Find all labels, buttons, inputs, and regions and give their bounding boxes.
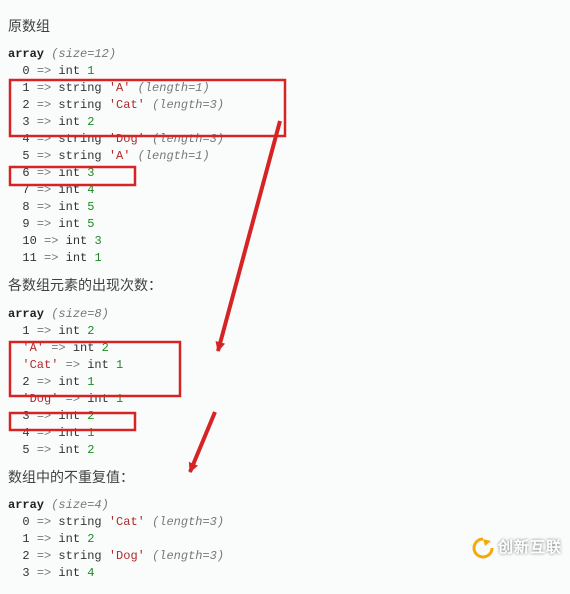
document-content: 原数组 array (size=12) 0 => int 1 1 => stri…	[0, 0, 570, 594]
array2-rows: 1 => int 2 'A' => int 2 'Cat' => int 1 2…	[8, 324, 123, 457]
array2-label: array	[8, 307, 44, 321]
array3-size: (size=4)	[51, 498, 109, 512]
array3-rows: 0 => string 'Cat' (length=3) 1 => int 2 …	[8, 515, 224, 580]
array1-label: array	[8, 47, 44, 61]
heading-original-array: 原数组	[8, 16, 558, 36]
watermark-icon	[472, 537, 494, 559]
array2-dump: array (size=8) 1 => int 2 'A' => int 2 '…	[8, 306, 558, 459]
array2-size: (size=8)	[51, 307, 109, 321]
heading-uniques: 数组中的不重复值：	[8, 467, 558, 487]
watermark-text: 创新互联	[498, 537, 562, 559]
array1-rows: 0 => int 1 1 => string 'A' (length=1) 2 …	[8, 64, 224, 265]
watermark: 创新互联	[472, 537, 562, 559]
array1-dump: array (size=12) 0 => int 1 1 => string '…	[8, 46, 558, 267]
array1-size: (size=12)	[51, 47, 116, 61]
array3-label: array	[8, 498, 44, 512]
heading-counts: 各数组元素的出现次数：	[8, 275, 558, 295]
